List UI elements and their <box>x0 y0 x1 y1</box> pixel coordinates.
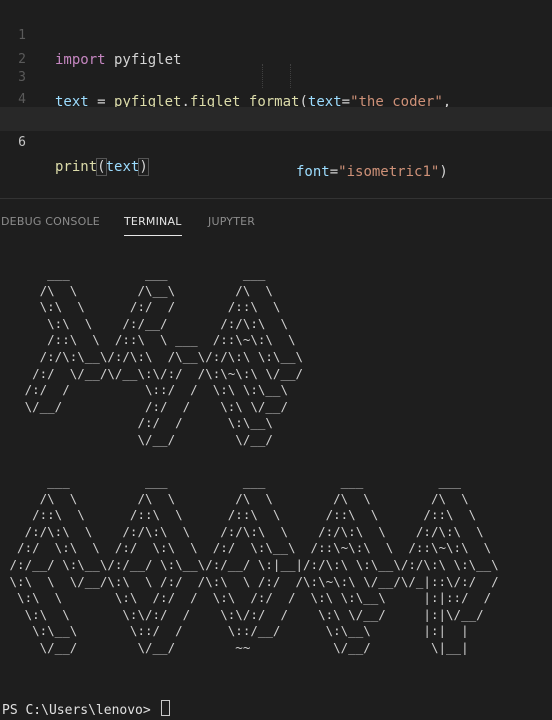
tab-terminal[interactable]: TERMINAL <box>124 215 182 236</box>
prompt-text: PS C:\Users\lenovo> <box>2 703 159 718</box>
terminal-prompt[interactable]: PS C:\Users\lenovo> <box>2 700 170 720</box>
text-cursor <box>160 700 170 716</box>
close-paren: ) <box>138 158 149 176</box>
ascii-art-the: ___ ___ ___ /\ \ /\__\ /\ \ \:\ \ /:/ / … <box>24 266 304 447</box>
open-paren: ( <box>96 158 107 176</box>
code-line-1[interactable]: 1 import pyfiglet <box>0 0 552 68</box>
code-line-6[interactable]: 6 print(text) <box>0 107 552 176</box>
string-literal: "isometric1" <box>338 164 440 180</box>
ascii-art-coder: ___ ___ ___ ___ ___ /\ \ /\ \ /\ \ /\ \ … <box>9 474 499 655</box>
close-paren: ) <box>439 164 448 180</box>
param-font: font <box>296 164 330 180</box>
argument-text: text <box>105 159 140 175</box>
code-editor[interactable]: 1 import pyfiglet 2 3 text = pyfiglet.fi… <box>0 0 552 180</box>
line-number: 6 <box>18 135 26 150</box>
tab-debug-console[interactable]: DEBUG CONSOLE <box>1 215 100 228</box>
code-line-3[interactable]: 3 text = pyfiglet.figlet_format(text="th… <box>0 42 552 110</box>
code-line-5[interactable]: 5 <box>0 85 552 128</box>
param-equals: = <box>329 164 339 180</box>
panel-tabs: DEBUG CONSOLE TERMINAL JUPYTER <box>0 199 552 247</box>
tab-jupyter[interactable]: JUPYTER <box>208 215 255 228</box>
print-function: print <box>55 159 98 175</box>
terminal-panel[interactable]: ___ ___ ___ /\ \ /\__\ /\ \ \:\ \ /:/ / … <box>0 248 552 720</box>
